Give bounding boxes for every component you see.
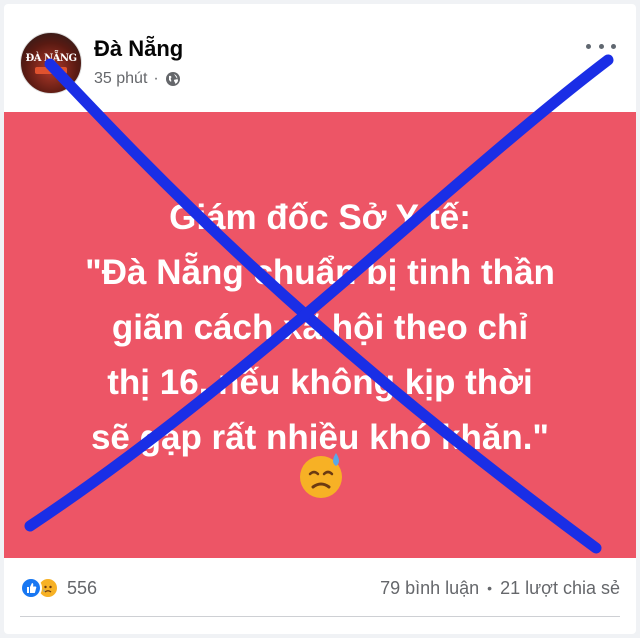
more-options-icon[interactable] <box>586 38 616 54</box>
post-timestamp[interactable]: 35 phút <box>94 70 147 88</box>
avatar-logo-ribbon <box>35 67 67 74</box>
globe-icon <box>165 72 180 86</box>
stats-separator: • <box>487 580 493 596</box>
comments-count-link[interactable]: 79 bình luận <box>380 578 479 599</box>
post-footer: 556 79 bình luận • 21 lượt chia sẻ <box>20 570 620 606</box>
post-stats: 79 bình luận • 21 lượt chia sẻ <box>380 578 620 599</box>
avatar-logo-text: ĐÀ NẴNG <box>25 53 77 64</box>
like-icon <box>20 577 42 599</box>
page-name-link[interactable]: Đà Nẵng <box>94 36 183 62</box>
post-image-text: Giám đốc Sở Y tế: "Đà Nẵng chuẩn bị tinh… <box>85 198 555 457</box>
footer-divider <box>20 616 620 617</box>
post-image[interactable]: Giám đốc Sở Y tế: "Đà Nẵng chuẩn bị tinh… <box>4 112 636 558</box>
meta-separator: · <box>153 70 159 87</box>
page-avatar[interactable]: ĐÀ NẴNG <box>20 32 82 94</box>
downcast-face-with-sweat-emoji <box>300 453 342 498</box>
post-header: ĐÀ NẴNG Đà Nẵng 35 phút · <box>20 16 620 96</box>
shares-count-link[interactable]: 21 lượt chia sẻ <box>500 578 620 599</box>
reaction-count: 556 <box>67 577 98 598</box>
reactions-summary[interactable]: 556 <box>20 577 97 599</box>
post-meta: 35 phút · <box>94 70 181 88</box>
post-card: ĐÀ NẴNG Đà Nẵng 35 phút · Giám đốc Sở Y … <box>4 4 636 634</box>
